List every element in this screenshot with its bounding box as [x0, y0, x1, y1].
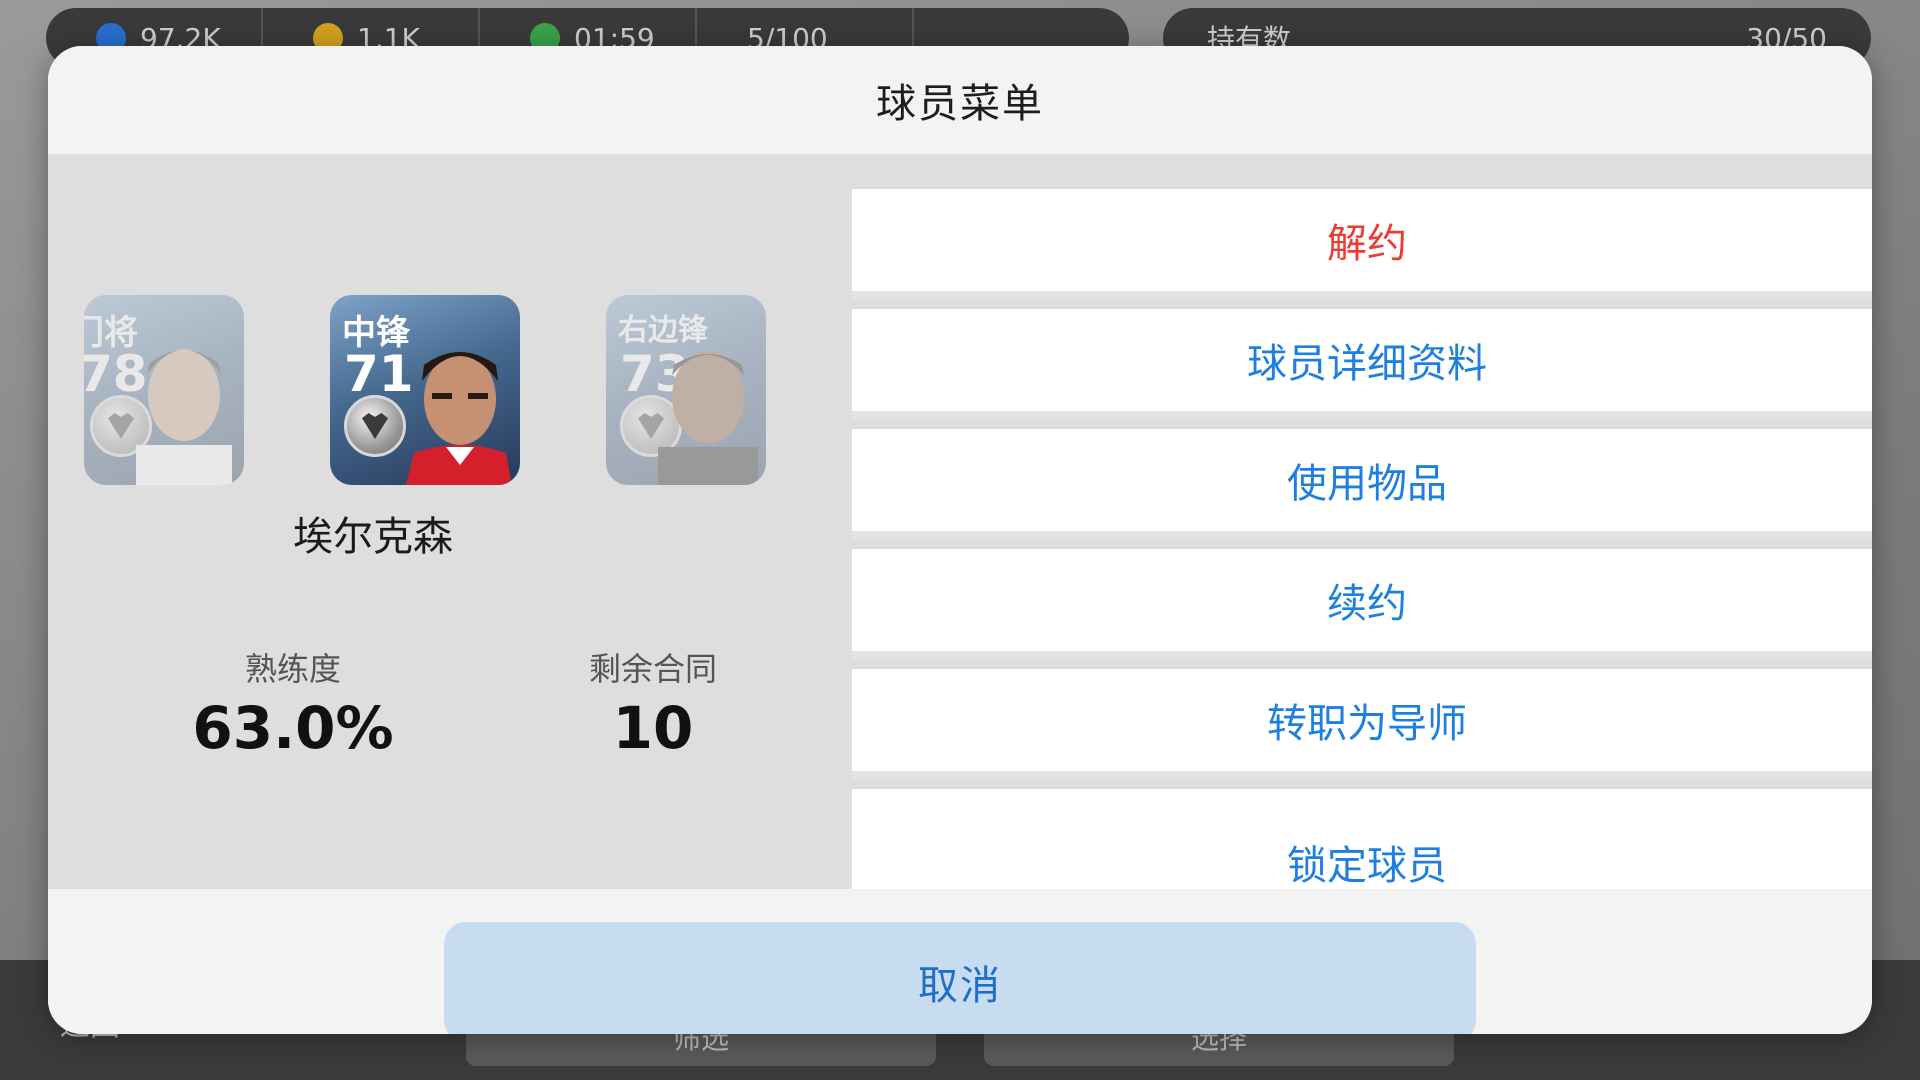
cancel-button[interactable]: 取消 — [444, 922, 1476, 1034]
player-details-button[interactable]: 球员详细资料 — [852, 309, 1872, 419]
release-player-button[interactable]: 解约 — [852, 189, 1872, 299]
contract-remaining-label: 剩余合同 — [588, 650, 717, 688]
convert-to-coach-button[interactable]: 转职为导师 — [852, 669, 1872, 779]
current-player-card[interactable]: 中锋 71 — [330, 295, 520, 485]
player-portrait-icon — [406, 352, 512, 485]
modal-body: 门将 78 中锋 71 右边锋 73 埃尔克森 熟练度 63.0% 剩余合同 1… — [48, 154, 1872, 889]
modal-footer: 取消 — [48, 889, 1872, 1034]
lock-player-button[interactable]: 锁定球员 — [852, 789, 1872, 889]
modal-header: 球员菜单 — [48, 46, 1872, 154]
next-player-card[interactable]: 右边锋 73 — [606, 295, 766, 485]
card-badge-icon — [344, 395, 406, 457]
action-menu: 解约 球员详细资料 使用物品 续约 转职为导师 锁定球员 — [852, 189, 1872, 889]
player-menu-modal: 球员菜单 门将 78 中锋 71 右边锋 73 埃尔克森 熟练度 63.0% 剩… — [48, 46, 1872, 1034]
player-name: 埃尔克森 — [293, 514, 453, 560]
player-portrait-icon — [136, 349, 232, 485]
extend-contract-button[interactable]: 续约 — [852, 549, 1872, 659]
player-portrait-icon — [658, 351, 758, 485]
proficiency-label: 熟练度 — [244, 650, 341, 688]
use-item-button[interactable]: 使用物品 — [852, 429, 1872, 539]
prev-player-card[interactable]: 门将 78 — [84, 295, 244, 485]
contract-remaining-value: 10 — [612, 694, 694, 762]
proficiency-value: 63.0% — [192, 694, 394, 762]
modal-title: 球员菜单 — [876, 81, 1044, 127]
player-info-panel: 门将 78 中锋 71 右边锋 73 埃尔克森 熟练度 63.0% 剩余合同 1… — [48, 154, 818, 889]
